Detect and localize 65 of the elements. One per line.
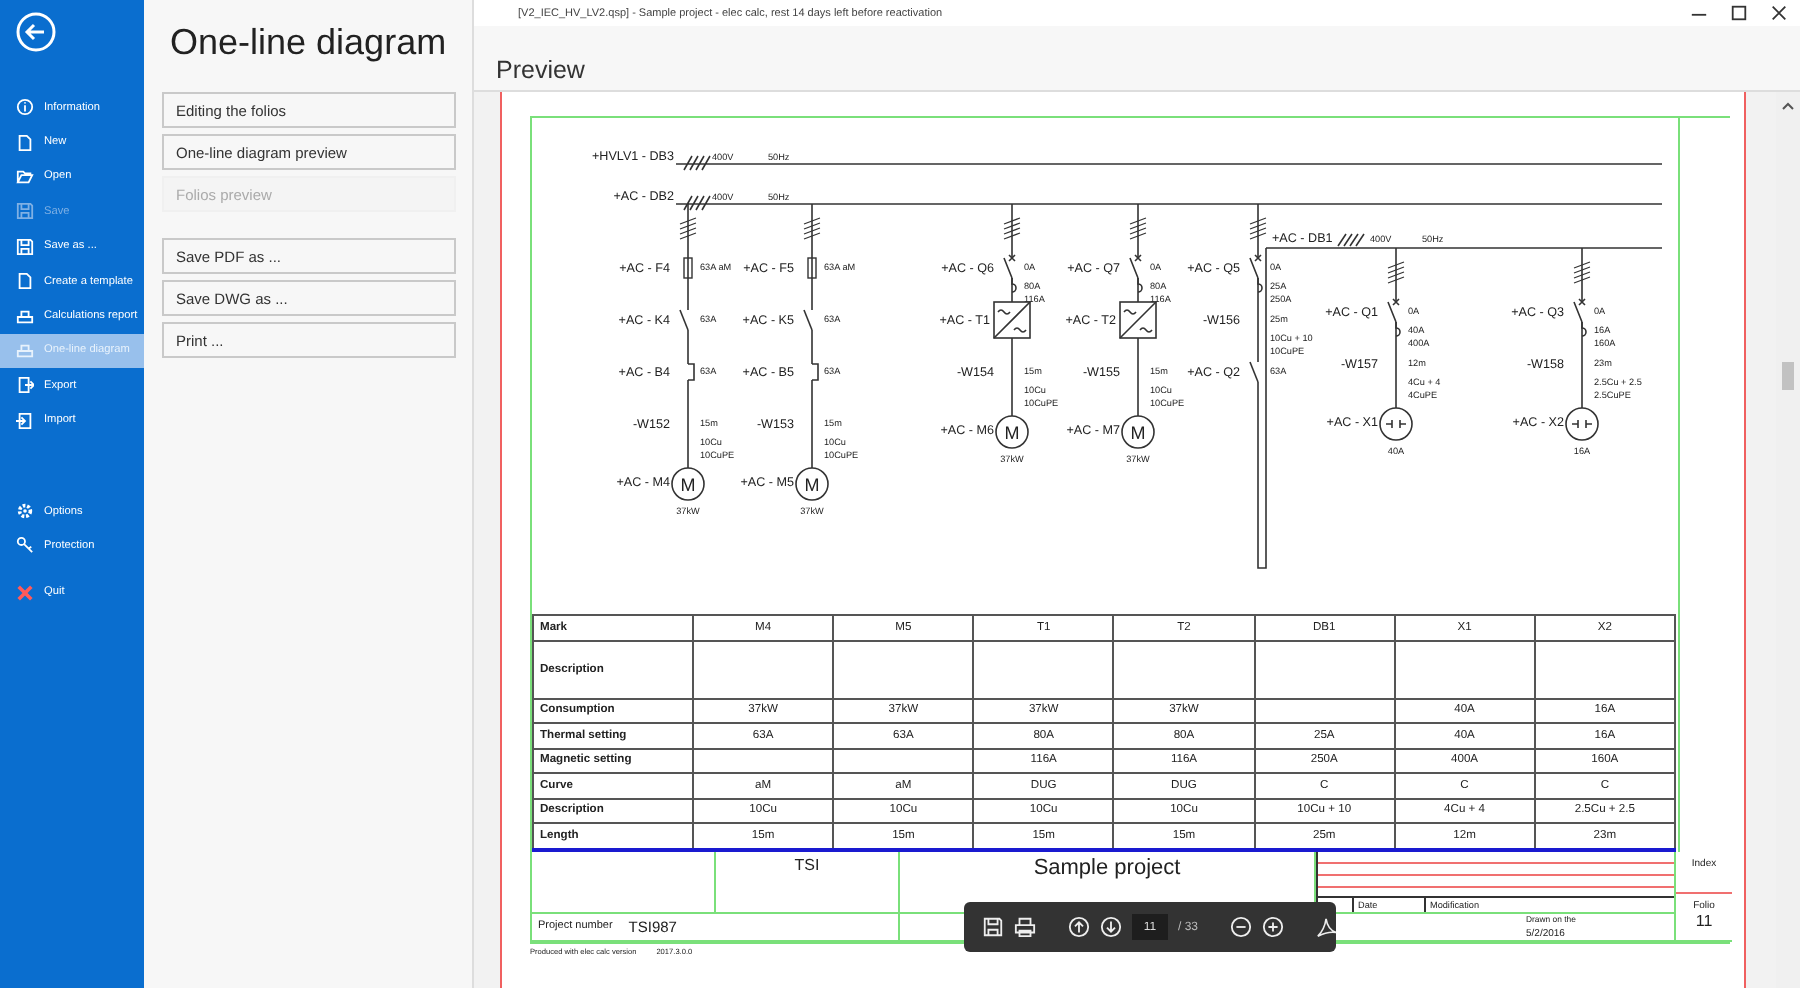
save-icon[interactable] bbox=[982, 916, 1004, 938]
panel-title: One-line diagram bbox=[170, 20, 449, 66]
relay-symbol bbox=[811, 363, 819, 381]
scrollbar-thumb[interactable] bbox=[1782, 362, 1794, 390]
conductor-marks bbox=[1129, 217, 1147, 240]
folder-icon bbox=[16, 167, 34, 186]
previous-page-icon[interactable] bbox=[1068, 916, 1090, 938]
back-icon[interactable] bbox=[16, 12, 56, 52]
project-name: Sample project bbox=[1033, 855, 1181, 879]
pdf-icon[interactable] bbox=[1316, 916, 1339, 938]
maximize-icon[interactable] bbox=[1730, 4, 1748, 22]
zoom-in-icon[interactable] bbox=[1262, 916, 1285, 938]
breaker-symbol bbox=[1573, 298, 1587, 337]
preview-title: Preview bbox=[496, 54, 587, 86]
conductor-marks bbox=[1003, 217, 1021, 240]
table-cell bbox=[1254, 640, 1395, 698]
breaker-symbol bbox=[1387, 298, 1401, 337]
breaker-symbol bbox=[1003, 254, 1017, 293]
table-cell bbox=[973, 640, 1114, 698]
motor-symbol: M bbox=[1121, 415, 1155, 449]
document-icon bbox=[16, 133, 34, 152]
table-cell bbox=[1254, 698, 1395, 723]
info-icon bbox=[16, 98, 34, 117]
table-cell bbox=[833, 748, 974, 773]
table-cell bbox=[1113, 640, 1255, 698]
printer-icon bbox=[16, 307, 34, 326]
folio-number: 11 bbox=[1695, 911, 1713, 929]
table-cell bbox=[1534, 640, 1675, 698]
zoom-out-icon[interactable] bbox=[1230, 916, 1253, 938]
conductor-marks bbox=[1387, 261, 1405, 284]
motor-symbol: M bbox=[671, 467, 705, 501]
close-icon[interactable] bbox=[1770, 4, 1788, 22]
table-cell bbox=[693, 748, 834, 773]
print-icon[interactable] bbox=[1014, 916, 1036, 938]
breaker-symbol bbox=[1129, 254, 1143, 293]
conductor-marks bbox=[1573, 261, 1591, 284]
motor-symbol: M bbox=[995, 415, 1029, 449]
conductor-marks bbox=[803, 217, 821, 240]
fuse-symbol bbox=[683, 257, 693, 279]
scroll-up-icon[interactable] bbox=[1780, 98, 1796, 114]
fuse-symbol bbox=[807, 257, 817, 279]
table-cell bbox=[1394, 640, 1535, 698]
transformer-symbol bbox=[1119, 301, 1157, 339]
socket-symbol bbox=[1565, 407, 1599, 441]
export-icon bbox=[16, 376, 34, 395]
switch-symbol bbox=[679, 309, 689, 331]
import-icon bbox=[16, 411, 34, 430]
close-icon bbox=[16, 583, 34, 602]
table-cell bbox=[693, 640, 834, 698]
breaker-symbol bbox=[1249, 254, 1263, 293]
printer-icon bbox=[16, 341, 34, 360]
conductor-marks bbox=[1249, 217, 1267, 240]
conductor-marks bbox=[679, 217, 697, 240]
gear-icon bbox=[16, 502, 34, 521]
relay-symbol bbox=[687, 363, 695, 381]
key-icon bbox=[16, 536, 34, 555]
next-page-icon[interactable] bbox=[1100, 916, 1122, 938]
company-name: TSI bbox=[794, 855, 820, 873]
motor-symbol: M bbox=[795, 467, 829, 501]
document-icon bbox=[16, 272, 34, 291]
switch-symbol bbox=[1249, 361, 1259, 383]
switch-symbol bbox=[803, 309, 813, 331]
transformer-symbol bbox=[993, 301, 1031, 339]
socket-symbol bbox=[1379, 407, 1413, 441]
table-cell bbox=[833, 640, 974, 698]
